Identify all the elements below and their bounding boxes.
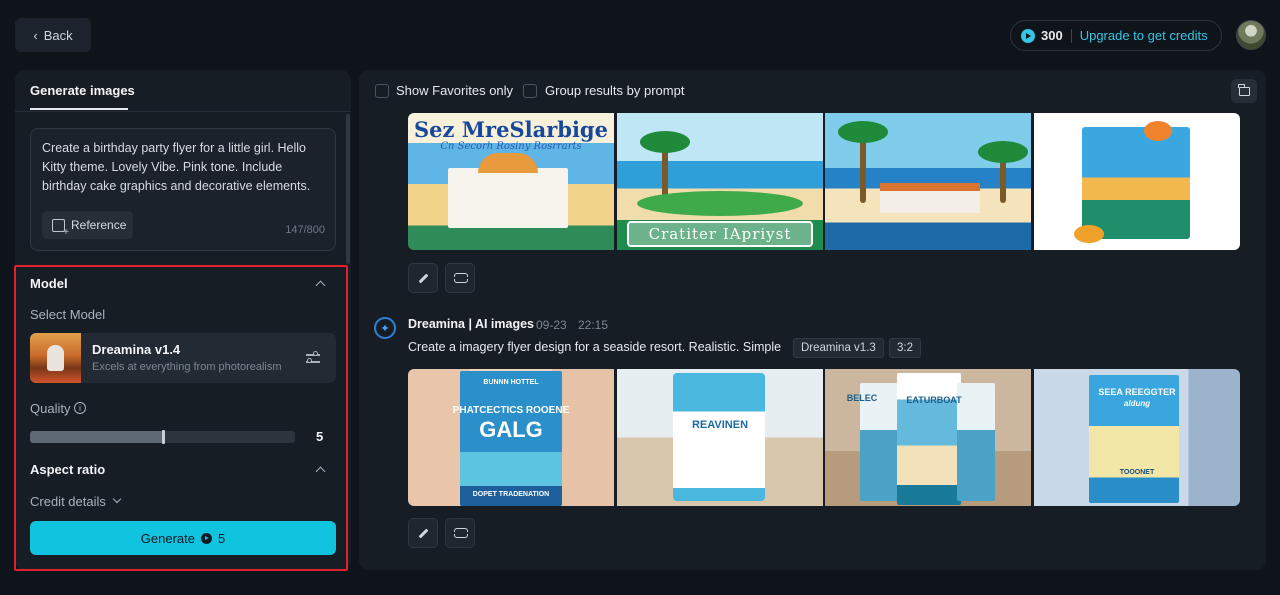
group-results-checkbox[interactable] (523, 84, 537, 98)
image-text: Cratiter IApriyst (627, 221, 813, 247)
image-text: Cn Secorh Rosiny Rosrrarts (440, 141, 582, 152)
show-favorites-label[interactable]: Show Favorites only (396, 83, 513, 98)
chevron-left-icon: ‹ (33, 27, 38, 43)
reference-label: Reference (71, 218, 127, 232)
divider (1070, 28, 1072, 43)
result-image[interactable]: SEEA REEGGTER aldung TOOONET (1034, 369, 1240, 506)
tab-active-indicator (30, 108, 128, 110)
group-results-label[interactable]: Group results by prompt (545, 83, 684, 98)
folder-icon (1238, 83, 1250, 96)
char-count: 147/800 (285, 224, 325, 236)
prompt-text[interactable]: Create a birthday party flyer for a litt… (42, 139, 327, 196)
back-button[interactable]: ‹ Back (15, 18, 91, 52)
image-text: aldung (1123, 399, 1151, 408)
result-image[interactable]: EATURBOAT BELEC (825, 369, 1031, 506)
result-image[interactable] (1034, 113, 1240, 250)
edit-button[interactable] (408, 518, 438, 548)
model-tag: Dreamina v1.3 (793, 338, 884, 358)
generation-prompt: Create a imagery flyer design for a seas… (408, 340, 782, 354)
image-text: REAVINEN (691, 419, 749, 431)
edit-button[interactable] (408, 263, 438, 293)
image-text: BELEC (846, 393, 878, 403)
panel-scrollbar[interactable] (346, 114, 350, 264)
credit-coin-icon (1021, 28, 1035, 43)
prompt-input[interactable]: Create a birthday party flyer for a litt… (30, 128, 336, 251)
generation-time: 22:15 (578, 318, 609, 332)
result-image[interactable]: BUNNN HOTTEL PHATCECTICS ROOENE GALG DOP… (408, 369, 614, 506)
ratio-tag: 3:2 (889, 338, 921, 358)
generation-source: Dreamina | AI images (408, 317, 535, 331)
highlight-box (14, 265, 348, 571)
image-text: TOOONET (1119, 469, 1155, 476)
folder-button[interactable] (1231, 79, 1257, 103)
image-text: BUNNN HOTTEL (483, 379, 539, 386)
back-label: Back (43, 27, 73, 43)
result-image[interactable] (825, 113, 1031, 250)
regenerate-icon (454, 273, 468, 283)
image-text: Sez MreSlarbige (414, 117, 608, 142)
pencil-icon (418, 528, 428, 538)
show-favorites-checkbox[interactable] (375, 84, 389, 98)
image-text: PHATCECTICS ROOENE (452, 405, 570, 416)
image-text: SEEA REEGGTER (1098, 387, 1176, 397)
regenerate-icon (454, 528, 468, 538)
result-image[interactable]: REAVINEN (617, 369, 823, 506)
result-image[interactable]: Sez MreSlarbige Cn Secorh Rosiny Rosrrar… (408, 113, 614, 250)
upgrade-link[interactable]: Upgrade to get credits (1080, 28, 1208, 43)
image-text: DOPET TRADENATION (472, 491, 550, 498)
dreamina-logo-icon (374, 317, 396, 339)
tab-generate-images[interactable]: Generate images (30, 83, 135, 98)
result-image[interactable]: Cratiter IApriyst (617, 113, 823, 250)
image-text: GALG (479, 417, 543, 442)
panel-tabs: Generate images (15, 70, 351, 112)
avatar[interactable] (1236, 20, 1266, 50)
credits-pill[interactable]: 300 Upgrade to get credits (1010, 20, 1222, 51)
regenerate-button[interactable] (445, 518, 475, 548)
image-add-icon (52, 218, 69, 238)
credits-count: 300 (1041, 28, 1063, 43)
regenerate-button[interactable] (445, 263, 475, 293)
generation-date: 09-23 (536, 318, 567, 332)
reference-button[interactable]: Reference (42, 211, 133, 239)
results-panel: Show Favorites only Group results by pro… (359, 70, 1266, 570)
pencil-icon (418, 273, 428, 283)
